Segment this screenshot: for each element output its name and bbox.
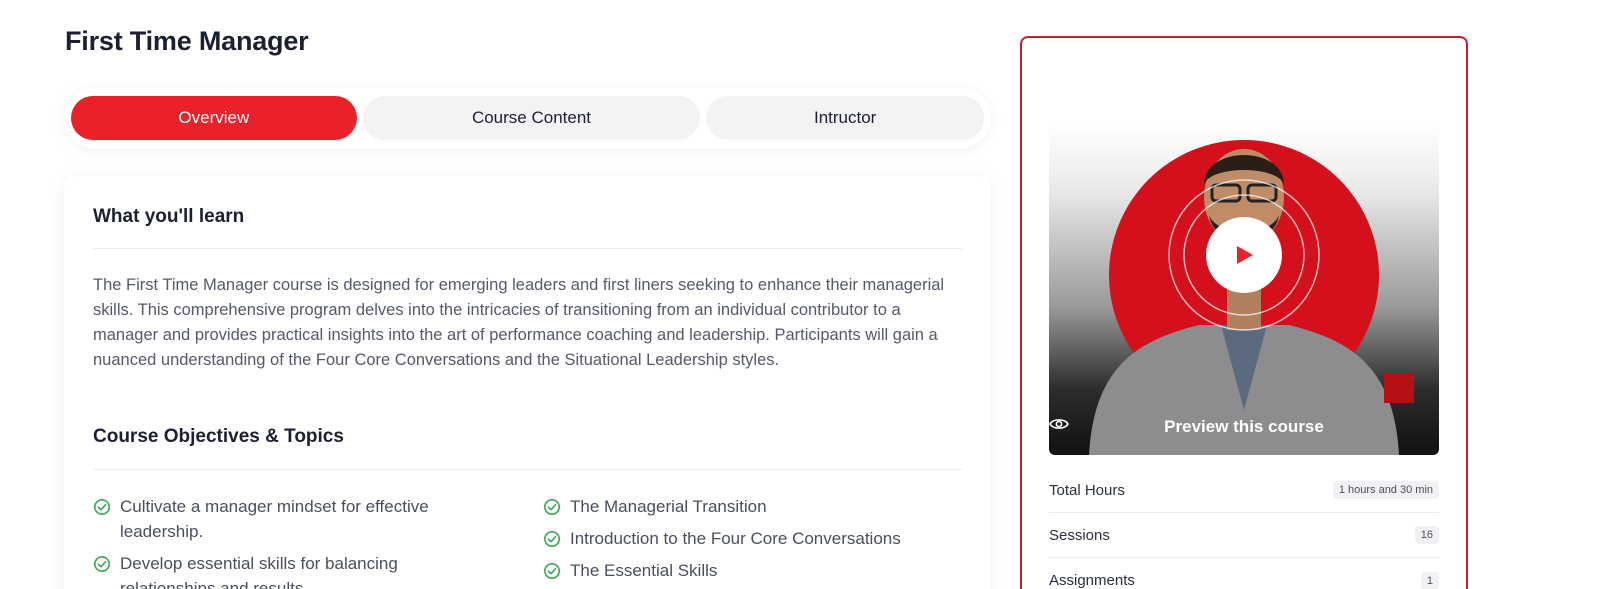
stat-badge: 16 [1414,526,1439,544]
divider [93,469,962,470]
page-title: First Time Manager [65,26,309,56]
stat-total-hours: Total Hours 1 hours and 30 min [1049,468,1439,513]
overview-card: What you'll learn The First Time Manager… [64,176,991,589]
objective-text: Develop essential skills for balancing r… [120,554,398,589]
objective-item: The Managerial Transition [543,494,963,519]
objective-text: The Managerial Transition [570,497,767,516]
preview-label: Preview this course [1164,417,1324,436]
tab-instructor[interactable]: Intructor [706,96,984,140]
objectives-heading: Course Objectives & Topics [93,426,344,447]
learn-heading: What you'll learn [93,206,245,227]
check-circle-icon [543,498,561,516]
stat-sessions: Sessions 16 [1049,513,1439,558]
preview-course-link[interactable]: Preview this course [1049,417,1439,437]
stat-label: Assignments [1049,572,1135,589]
eye-icon [1049,419,1069,429]
objective-text: Introduction to the Four Core Conversati… [570,529,901,548]
course-sidebar-card: Preview this course Total Hours 1 hours … [1020,36,1468,589]
stat-label: Sessions [1049,526,1110,544]
check-circle-icon [543,530,561,548]
tab-course-content[interactable]: Course Content [362,96,701,140]
stat-label: Total Hours [1049,481,1125,499]
stat-badge: 1 hours and 30 min [1332,481,1439,499]
course-tabs: Overview Course Content Intructor [64,88,991,148]
objective-text: Cultivate a manager mindset for effectiv… [120,497,429,541]
objective-item: Introduction to the Four Core Conversati… [543,526,963,551]
objective-item: The Essential Skills [543,558,963,583]
tab-overview[interactable]: Overview [71,96,357,140]
instructor-thumbnail [1089,140,1414,455]
objective-item: Cultivate a manager mindset for effectiv… [93,494,493,544]
stat-assignments: Assignments 1 [1049,558,1439,589]
objective-item: Develop essential skills for balancing r… [93,551,493,589]
course-preview-video[interactable]: Preview this course [1049,125,1439,455]
check-circle-icon [93,555,111,573]
divider [93,248,962,249]
course-description: The First Time Manager course is designe… [93,276,945,369]
check-circle-icon [93,498,111,516]
objective-text: The Essential Skills [570,561,718,580]
stat-badge: 1 [1420,571,1439,589]
check-circle-icon [543,562,561,580]
